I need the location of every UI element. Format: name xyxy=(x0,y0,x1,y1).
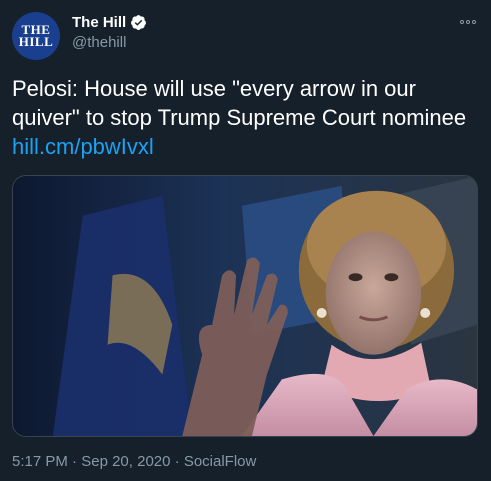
tweet-link[interactable]: hill.cm/pbwIvxl xyxy=(12,134,154,159)
display-name[interactable]: The Hill xyxy=(72,14,126,31)
author-block: The Hill @thehill xyxy=(72,14,147,51)
avatar[interactable]: THE HILL xyxy=(12,12,60,60)
tweet-meta: 5:17 PM · Sep 20, 2020 · SocialFlow xyxy=(12,453,256,470)
more-dot xyxy=(472,20,476,24)
avatar-logo-text: THE HILL xyxy=(18,22,54,49)
tweet-body: Pelosi: House will use "every arrow in o… xyxy=(12,76,467,130)
photo-of-speaker-icon xyxy=(13,176,477,436)
meta-separator: · xyxy=(67,453,82,470)
tweet-source[interactable]: SocialFlow xyxy=(184,453,257,470)
verified-badge-icon xyxy=(131,15,147,30)
display-name-row: The Hill xyxy=(72,14,147,31)
tweet-time[interactable]: 5:17 PM xyxy=(12,453,68,470)
meta-separator: · xyxy=(170,453,184,470)
tweet-text: Pelosi: House will use "every arrow in o… xyxy=(12,74,474,161)
tweet-media-image[interactable] xyxy=(12,175,478,437)
more-dot xyxy=(460,20,464,24)
more-options-icon[interactable] xyxy=(457,12,479,32)
tweet-card: THE HILL The Hill @thehill Pelosi: House… xyxy=(0,0,491,481)
handle[interactable]: @thehill xyxy=(72,34,147,51)
tweet-date[interactable]: Sep 20, 2020 xyxy=(81,453,170,470)
more-dot xyxy=(466,20,470,24)
